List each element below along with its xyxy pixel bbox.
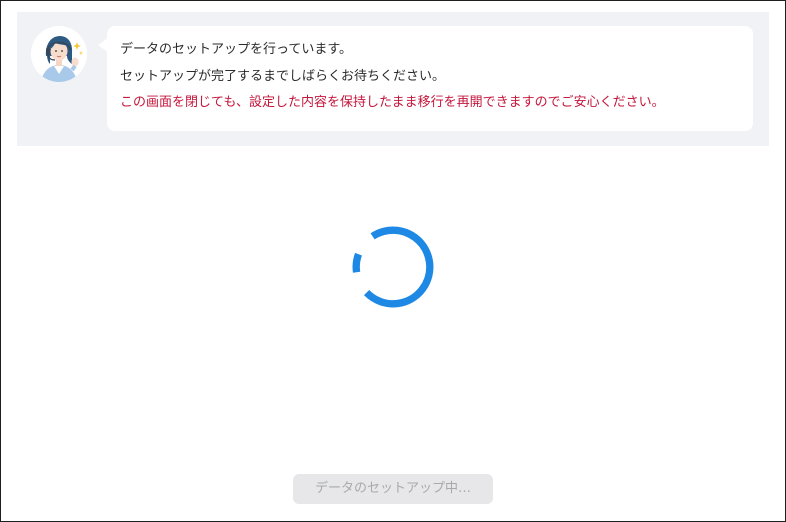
resume-notice: この画面を閉じても、設定した内容を保持したまま移行を再開できますのでご安心くださ… [120,95,665,110]
setup-dialog: データのセットアップを行っています。 セットアップが完了するまでしばらくお待ちく… [0,0,786,522]
loading-spinner-icon [352,226,434,308]
operator-illustration-icon [31,26,87,82]
setup-in-progress-button[interactable]: データのセットアップ中… [293,474,493,504]
status-message-line-2: セットアップが完了するまでしばらくお待ちください。 [120,69,446,84]
support-operator-avatar [31,26,87,82]
status-message-line-1: データのセットアップを行っています。 [120,42,353,57]
message-banner: データのセットアップを行っています。 セットアップが完了するまでしばらくお待ちく… [17,12,769,146]
speech-bubble: データのセットアップを行っています。 セットアップが完了するまでしばらくお待ちく… [98,26,753,131]
